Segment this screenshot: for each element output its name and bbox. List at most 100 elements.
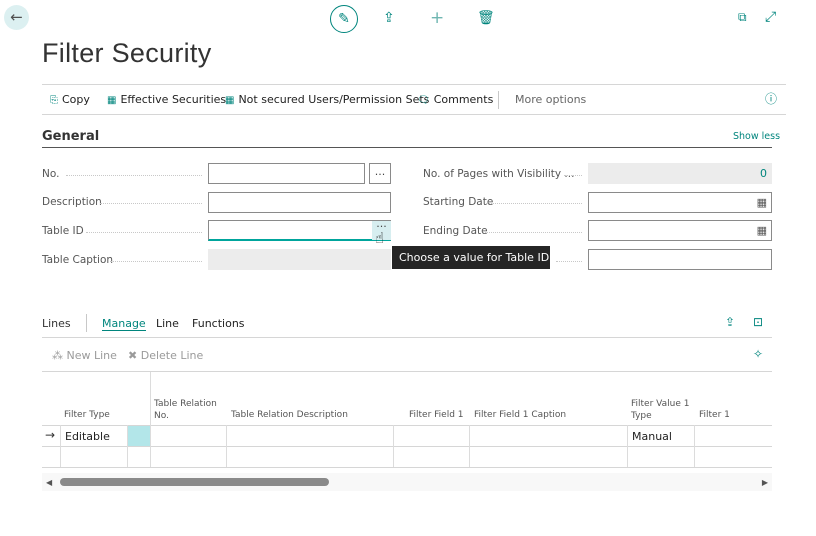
column-divider (127, 425, 128, 467)
col-filter-field-1-caption[interactable]: Filter Field 1 Caption (474, 409, 566, 421)
expand-icon[interactable]: ⊡ (753, 316, 763, 328)
column-divider (393, 425, 394, 467)
column-divider (150, 425, 151, 467)
open-new-window-icon[interactable]: ⧉ (738, 11, 747, 23)
pages-visibility-label: No. of Pages with Visibility ... (423, 168, 575, 180)
divider (42, 84, 786, 85)
no-label: No. (42, 168, 60, 180)
label-leader-dots (86, 232, 202, 233)
column-divider (226, 425, 227, 467)
section-underline (42, 147, 772, 148)
label-leader-dots (66, 175, 202, 176)
show-less-link[interactable]: Show less (733, 131, 780, 142)
delete-icon[interactable]: 🗑 (477, 11, 495, 25)
scroll-left-icon[interactable]: ◀ (46, 478, 52, 487)
divider (42, 337, 772, 338)
personalize-icon[interactable]: ✧ (753, 348, 763, 360)
horizontal-scrollbar[interactable]: ◀ ▶ (42, 473, 772, 491)
back-button[interactable]: ← (4, 5, 29, 30)
not-secured-label: Not secured Users/Permission Sets (238, 93, 430, 106)
comment-icon: 🗨 (417, 95, 430, 106)
pages-visibility-value[interactable]: 0 (588, 163, 772, 184)
column-divider (627, 425, 628, 467)
field-input[interactable] (588, 249, 772, 270)
column-divider (150, 372, 151, 425)
lines-heading: Lines (42, 317, 71, 330)
calendar-icon[interactable]: ▦ (757, 224, 767, 237)
description-input[interactable] (208, 192, 391, 213)
col-table-relation-no[interactable]: Table Relation No. (154, 398, 224, 422)
divider (42, 371, 772, 372)
info-icon[interactable]: ⓘ (765, 93, 777, 105)
add-icon[interactable]: + (430, 10, 444, 27)
report-icon: ▦ (107, 95, 117, 106)
starting-date-label: Starting Date (423, 196, 494, 208)
effective-securities-label: Effective Securities (120, 93, 227, 106)
expand-icon[interactable]: ⤢ (765, 10, 776, 24)
starting-date-input[interactable]: ▦ (588, 192, 772, 213)
column-divider (469, 425, 470, 467)
ending-date-input[interactable]: ▦ (588, 220, 772, 241)
edit-button[interactable]: ✎ (330, 5, 358, 33)
col-filter-value-1-type[interactable]: Filter Value 1 Type (631, 398, 691, 422)
scrollbar-thumb[interactable] (60, 478, 329, 486)
col-table-relation-description[interactable]: Table Relation Description (231, 409, 348, 421)
report-icon: ▦ (225, 95, 235, 106)
table-id-input[interactable] (208, 220, 391, 241)
label-leader-dots (100, 203, 202, 204)
selected-cell[interactable] (128, 426, 150, 446)
col-filter-1[interactable]: Filter 1 (699, 409, 730, 421)
comments-label: Comments (433, 93, 494, 106)
row-divider (42, 467, 772, 468)
not-secured-action[interactable]: ▦ Not secured Users/Permission Sets (225, 93, 429, 106)
delete-line-label: Delete Line (140, 349, 204, 362)
page-title: Filter Security (42, 38, 212, 68)
column-divider (694, 425, 695, 467)
tab-manage[interactable]: Manage (102, 317, 146, 331)
delete-line-button[interactable]: ✖ Delete Line (128, 349, 203, 362)
label-leader-dots (110, 261, 202, 262)
divider (86, 314, 87, 332)
copy-label: Copy (62, 93, 90, 106)
new-line-button[interactable]: ⁂ New Line (52, 349, 117, 362)
edit-icon: ✎ (338, 11, 350, 27)
row-divider (42, 425, 772, 426)
more-options[interactable]: More options (515, 93, 586, 106)
comments-action[interactable]: 🗨 Comments (417, 93, 493, 106)
effective-securities-action[interactable]: ▦ Effective Securities (107, 93, 226, 106)
delete-line-icon: ✖ (128, 349, 141, 362)
table-row-filter-type[interactable]: Editable (65, 430, 110, 443)
description-label: Description (42, 196, 102, 208)
col-filter-type[interactable]: Filter Type (64, 409, 110, 421)
label-leader-dots (483, 232, 582, 233)
general-heading: General (42, 129, 100, 144)
share-icon[interactable]: ⇪ (725, 316, 735, 328)
row-indicator-arrow-icon: → (45, 428, 56, 442)
label-leader-dots (564, 175, 582, 176)
divider (498, 91, 499, 109)
back-arrow-icon: ← (10, 8, 23, 26)
no-assist-button[interactable]: ... (369, 163, 391, 184)
share-icon[interactable]: ⇪ (383, 11, 395, 25)
new-line-icon: ⁂ (52, 349, 67, 362)
label-leader-dots (486, 203, 582, 204)
table-caption-field (208, 249, 391, 270)
calendar-icon[interactable]: ▦ (757, 196, 767, 209)
new-line-label: New Line (66, 349, 117, 362)
ending-date-label: Ending Date (423, 225, 488, 237)
tab-functions[interactable]: Functions (192, 317, 245, 330)
table-id-label: Table ID (42, 225, 84, 237)
table-row-filter-value-1-type[interactable]: Manual (632, 430, 672, 443)
col-filter-field-1[interactable]: Filter Field 1 (409, 409, 464, 421)
tooltip: Choose a value for Table ID (392, 246, 550, 269)
label-leader-dots (556, 261, 582, 262)
column-divider (60, 425, 61, 467)
scroll-right-icon[interactable]: ▶ (762, 478, 768, 487)
row-divider (42, 446, 772, 447)
copy-action[interactable]: ⎘ Copy (50, 93, 90, 106)
divider (42, 114, 786, 115)
hand-cursor-icon: ☝ (375, 229, 385, 247)
no-input[interactable] (208, 163, 365, 184)
tab-line[interactable]: Line (156, 317, 179, 330)
table-caption-label: Table Caption (42, 254, 114, 266)
